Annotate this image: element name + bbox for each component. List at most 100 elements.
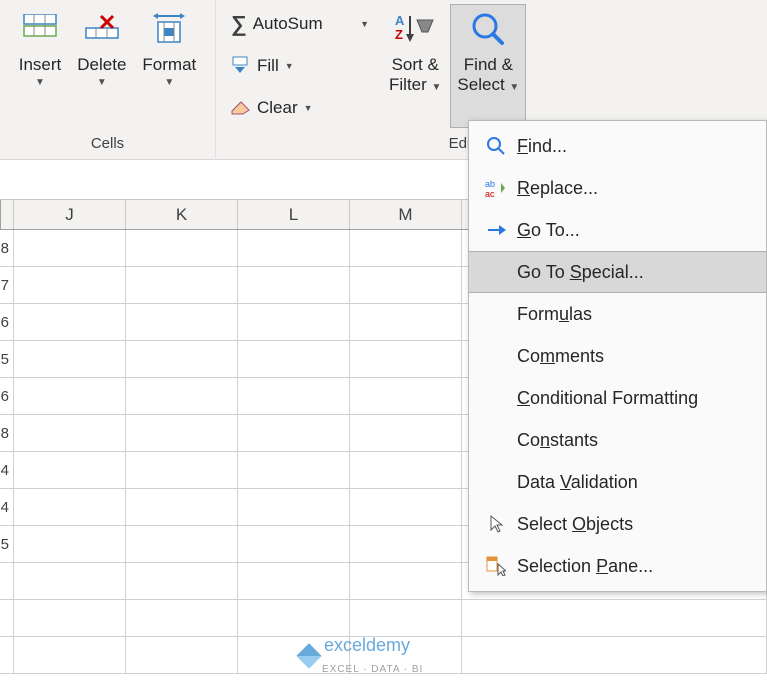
cell[interactable] xyxy=(14,600,126,636)
delete-button[interactable]: Delete ▼ xyxy=(70,4,133,128)
menu-item-find[interactable]: Find... xyxy=(469,125,766,167)
cell[interactable] xyxy=(126,230,238,266)
cell[interactable] xyxy=(14,489,126,525)
format-label: Format xyxy=(142,55,196,75)
menu-item-data-validation[interactable]: Data Validation xyxy=(469,461,766,503)
cell[interactable]: 6 xyxy=(0,378,14,414)
delete-cells-icon xyxy=(85,7,119,51)
menu-label: Selection Pane... xyxy=(513,556,758,577)
cell[interactable] xyxy=(0,637,14,673)
cell[interactable] xyxy=(126,489,238,525)
cell[interactable]: 8 xyxy=(0,415,14,451)
cell[interactable] xyxy=(238,415,350,451)
cell[interactable] xyxy=(238,267,350,303)
cell[interactable] xyxy=(238,600,350,636)
ribbon-group-cells: Insert ▼ Delete ▼ xyxy=(0,0,216,160)
menu-item-goto-special[interactable]: Go To Special... xyxy=(469,251,766,293)
cell[interactable] xyxy=(238,563,350,599)
column-header-j[interactable]: J xyxy=(14,200,126,229)
cell[interactable] xyxy=(126,267,238,303)
cell[interactable] xyxy=(350,304,462,340)
menu-label: Comments xyxy=(513,346,758,367)
sort-filter-label-2: Filter xyxy=(389,75,427,94)
cell[interactable] xyxy=(126,378,238,414)
menu-item-replace[interactable]: abac Replace... xyxy=(469,167,766,209)
clear-label: Clear xyxy=(257,98,298,118)
menu-item-comments[interactable]: Comments xyxy=(469,335,766,377)
fill-button[interactable]: Fill ▼ xyxy=(226,48,374,84)
cell[interactable] xyxy=(14,526,126,562)
cell[interactable] xyxy=(350,489,462,525)
cell[interactable] xyxy=(238,489,350,525)
find-select-button[interactable]: Find & Select ▼ xyxy=(450,4,526,128)
cell[interactable] xyxy=(14,267,126,303)
cell[interactable] xyxy=(350,452,462,488)
cell[interactable] xyxy=(350,378,462,414)
clear-button[interactable]: Clear ▼ xyxy=(226,90,374,126)
cell[interactable] xyxy=(126,341,238,377)
cell[interactable]: 4 xyxy=(0,452,14,488)
cell[interactable] xyxy=(14,563,126,599)
menu-label: Find... xyxy=(513,136,758,157)
cell[interactable] xyxy=(350,267,462,303)
cell[interactable]: 5 xyxy=(0,341,14,377)
cell[interactable] xyxy=(0,563,14,599)
menu-item-selection-pane[interactable]: Selection Pane... xyxy=(469,545,766,587)
cell[interactable] xyxy=(0,600,14,636)
menu-item-conditional-formatting[interactable]: Conditional Formatting xyxy=(469,377,766,419)
cell[interactable]: 5 xyxy=(0,526,14,562)
cell[interactable] xyxy=(126,304,238,340)
column-header-l[interactable]: L xyxy=(238,200,350,229)
format-button[interactable]: Format ▼ xyxy=(135,4,203,128)
selection-pane-icon xyxy=(479,556,513,576)
sort-filter-icon: A Z xyxy=(395,7,435,51)
cell[interactable] xyxy=(14,341,126,377)
cell[interactable] xyxy=(14,304,126,340)
autosum-button[interactable]: ∑ AutoSum ▼ xyxy=(226,6,374,42)
menu-item-select-objects[interactable]: Select Objects xyxy=(469,503,766,545)
cell[interactable] xyxy=(350,526,462,562)
cell[interactable] xyxy=(14,415,126,451)
goto-arrow-icon xyxy=(479,222,513,238)
cell[interactable] xyxy=(14,452,126,488)
cell[interactable] xyxy=(126,600,238,636)
cell[interactable] xyxy=(126,637,238,673)
column-header-k[interactable]: K xyxy=(126,200,238,229)
cell[interactable] xyxy=(462,600,767,636)
menu-item-formulas[interactable]: Formulas xyxy=(469,293,766,335)
cell[interactable] xyxy=(126,452,238,488)
cell[interactable]: 6 xyxy=(0,304,14,340)
cell[interactable] xyxy=(238,526,350,562)
cell[interactable] xyxy=(238,378,350,414)
cell[interactable] xyxy=(238,452,350,488)
menu-label: Go To Special... xyxy=(513,262,758,283)
cell[interactable] xyxy=(462,637,767,673)
cell[interactable] xyxy=(14,378,126,414)
cell[interactable] xyxy=(126,563,238,599)
delete-label: Delete xyxy=(77,55,126,75)
cell[interactable] xyxy=(14,230,126,266)
column-header-partial[interactable] xyxy=(0,200,14,229)
cell[interactable] xyxy=(14,637,126,673)
cell[interactable] xyxy=(126,415,238,451)
cell[interactable] xyxy=(350,600,462,636)
watermark-tagline: EXCEL · DATA · BI xyxy=(322,664,423,675)
cell[interactable] xyxy=(238,341,350,377)
column-header-m[interactable]: M xyxy=(350,200,462,229)
sort-filter-button[interactable]: A Z Sort & Filter ▼ xyxy=(382,4,448,128)
cell[interactable] xyxy=(350,415,462,451)
menu-item-goto[interactable]: Go To... xyxy=(469,209,766,251)
insert-label: Insert xyxy=(19,55,62,75)
cell[interactable] xyxy=(350,563,462,599)
cell[interactable] xyxy=(126,526,238,562)
cell[interactable]: 8 xyxy=(0,230,14,266)
cell[interactable] xyxy=(238,304,350,340)
insert-button[interactable]: Insert ▼ xyxy=(12,4,69,128)
cell[interactable] xyxy=(350,341,462,377)
dropdown-arrow-icon: ▼ xyxy=(304,103,313,113)
menu-item-constants[interactable]: Constants xyxy=(469,419,766,461)
cell[interactable]: 4 xyxy=(0,489,14,525)
cell[interactable] xyxy=(238,230,350,266)
cell[interactable] xyxy=(350,230,462,266)
cell[interactable]: 7 xyxy=(0,267,14,303)
